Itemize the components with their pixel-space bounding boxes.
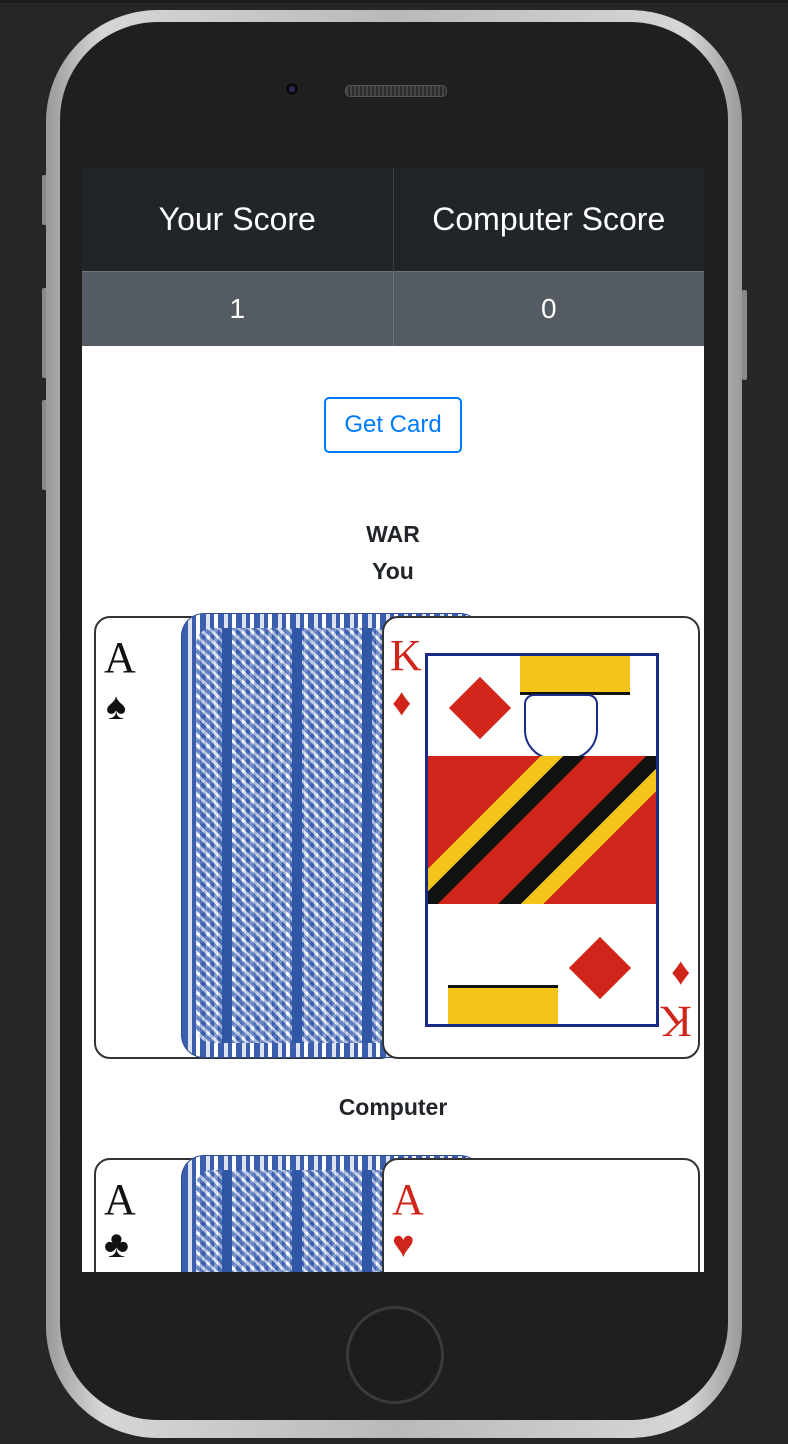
player-label: You	[372, 558, 414, 584]
game-title: WAR	[366, 521, 420, 547]
player-card-3: K ♦ K ♦	[382, 616, 700, 1059]
computer-label: Computer	[338, 1094, 448, 1120]
computer-card-3: A ♥	[382, 1158, 700, 1272]
power-button	[742, 290, 747, 380]
computer-hand: A ♣ A ♥	[94, 1156, 700, 1272]
player-hand: A ♠ K ♦ K ♦	[94, 614, 700, 1059]
score-table: Your Score Computer Score 1 0	[82, 168, 704, 346]
card-rank: A	[104, 1175, 136, 1224]
computer-score-value: 0	[393, 271, 704, 346]
club-icon: ♣	[104, 1224, 129, 1266]
spade-icon: ♠	[106, 686, 127, 728]
your-score-value: 1	[82, 271, 394, 346]
speaker-grille	[345, 85, 447, 97]
card-rank: K	[660, 997, 692, 1046]
king-portrait	[425, 653, 659, 1027]
your-score-header: Your Score	[82, 168, 394, 272]
app-screen: Your Score Computer Score 1 0 Get Card W…	[82, 168, 704, 1272]
heart-icon: ♥	[392, 1224, 415, 1266]
card-rank: A	[392, 1175, 424, 1224]
get-card-button[interactable]: Get Card	[324, 397, 462, 453]
diamond-icon: ♦	[670, 953, 690, 995]
home-button[interactable]	[346, 1306, 444, 1404]
card-rank: A	[104, 633, 136, 682]
window-top-edge	[0, 0, 788, 3]
computer-score-header: Computer Score	[393, 168, 704, 272]
diamond-icon: ♦	[392, 682, 412, 724]
card-rank: K	[390, 631, 422, 680]
camera-icon	[283, 80, 301, 98]
